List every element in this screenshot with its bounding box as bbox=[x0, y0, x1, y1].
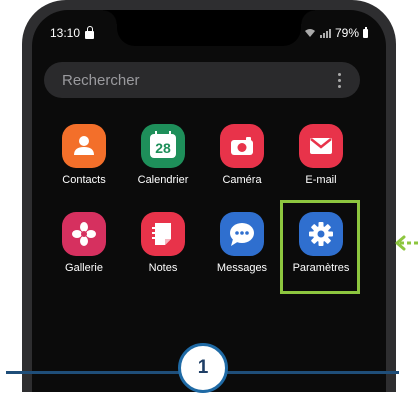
battery-icon bbox=[363, 26, 368, 38]
wifi-icon bbox=[304, 29, 315, 37]
app-email[interactable]: E-mail bbox=[281, 124, 361, 186]
app-notes[interactable]: Notes bbox=[123, 212, 203, 274]
phone-screen: 13:10 79% Rechercher Contacts 28 Calendr… bbox=[32, 10, 386, 392]
gallery-icon bbox=[62, 212, 106, 256]
notes-icon bbox=[141, 212, 185, 256]
signal-icon bbox=[319, 28, 331, 38]
more-options-icon[interactable] bbox=[338, 72, 342, 88]
arrow-left-icon bbox=[395, 235, 418, 251]
calendar-icon: 28 bbox=[141, 124, 185, 168]
app-label: Notes bbox=[148, 262, 178, 274]
camera-notch bbox=[103, 10, 315, 46]
app-calendar[interactable]: 28 Calendrier bbox=[123, 124, 203, 186]
search-placeholder: Rechercher bbox=[62, 71, 140, 89]
status-bar-right: 79% bbox=[304, 26, 368, 40]
battery-percent: 79% bbox=[334, 26, 359, 40]
settings-highlight-box bbox=[280, 200, 360, 294]
app-label: Messages bbox=[216, 262, 268, 274]
app-label: E-mail bbox=[305, 174, 337, 186]
search-bar[interactable]: Rechercher bbox=[44, 62, 360, 98]
messages-icon bbox=[220, 212, 264, 256]
app-label: Caméra bbox=[222, 174, 262, 186]
status-time: 13:10 bbox=[50, 26, 81, 40]
step-number-badge: 1 bbox=[178, 343, 228, 393]
app-camera[interactable]: Caméra bbox=[202, 124, 282, 186]
app-gallery[interactable]: Gallerie bbox=[44, 212, 124, 274]
app-label: Calendrier bbox=[137, 174, 189, 186]
lock-icon bbox=[85, 25, 95, 39]
calendar-day: 28 bbox=[155, 139, 171, 156]
camera-icon bbox=[220, 124, 264, 168]
app-contacts[interactable]: Contacts bbox=[44, 124, 124, 186]
app-messages[interactable]: Messages bbox=[202, 212, 282, 274]
app-label: Contacts bbox=[62, 174, 106, 186]
contacts-icon bbox=[62, 124, 106, 168]
status-bar-left: 13:10 bbox=[50, 25, 95, 40]
email-icon bbox=[299, 124, 343, 168]
app-label: Gallerie bbox=[65, 262, 103, 274]
